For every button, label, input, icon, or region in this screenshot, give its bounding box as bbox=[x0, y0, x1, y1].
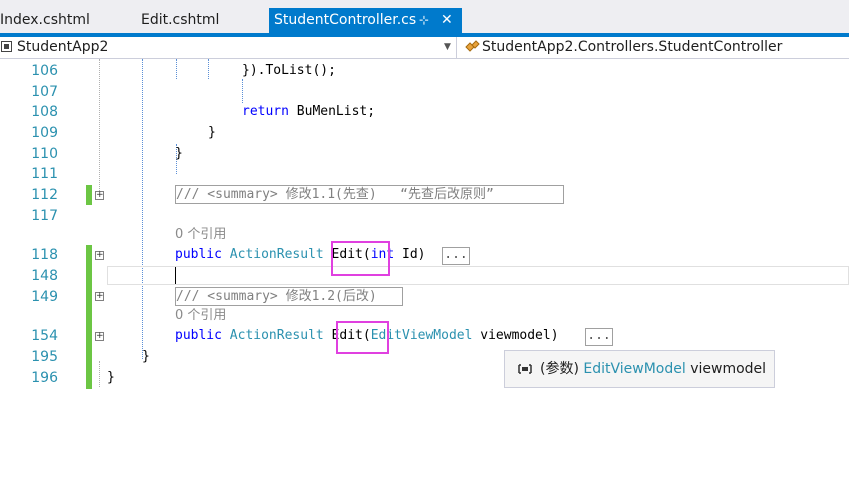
code-line-108: return BuMenList; bbox=[242, 102, 375, 122]
code-line-195: } bbox=[142, 349, 150, 364]
code-line-106: }).ToList(); bbox=[242, 63, 336, 78]
line-number: 148 bbox=[31, 268, 58, 284]
line-number: 118 bbox=[31, 247, 58, 263]
code-text: Id) bbox=[394, 247, 426, 262]
code-line-149: /// <summary> 修改1.2(后改) bbox=[176, 289, 377, 304]
tab-label: Index.cshtml bbox=[0, 12, 90, 28]
line-number: 107 bbox=[31, 84, 58, 100]
line-number: 112 bbox=[31, 187, 58, 203]
close-tab-icon[interactable]: ✕ bbox=[441, 8, 453, 33]
quick-info-tooltip: (参数) EditViewModel viewmodel bbox=[504, 350, 775, 388]
expand-region-icon[interactable]: + bbox=[95, 292, 104, 301]
text-caret bbox=[175, 267, 176, 284]
code-line-112: /// <summary> 修改1.1(先查) “先查后改原则” bbox=[176, 187, 494, 202]
document-tab-bar: Index.cshtml Edit.cshtml StudentControll… bbox=[0, 0, 849, 37]
type-name: ActionResult bbox=[229, 328, 324, 343]
tooltip-name: viewmodel bbox=[690, 361, 767, 377]
tooltip-text: (参数) EditViewModel viewmodel bbox=[540, 351, 766, 387]
expand-region-icon[interactable]: + bbox=[95, 191, 104, 200]
code-line-109: } bbox=[208, 125, 216, 140]
reference-count[interactable]: 0 个引用 bbox=[175, 308, 226, 324]
class-dropdown-label: StudentApp2.Controllers.StudentControlle… bbox=[482, 39, 783, 55]
tooltip-type: EditViewModel bbox=[583, 361, 686, 377]
tab-label: Edit.cshtml bbox=[141, 12, 220, 28]
structure-guide bbox=[142, 59, 143, 359]
line-number: 109 bbox=[31, 125, 58, 141]
expand-region-icon[interactable]: + bbox=[95, 251, 104, 260]
highlight-box bbox=[331, 241, 390, 276]
line-number: 108 bbox=[31, 104, 58, 120]
line-number: 110 bbox=[31, 146, 58, 162]
project-dropdown[interactable]: StudentApp2 ▼ bbox=[0, 37, 457, 58]
current-line-highlight bbox=[107, 266, 849, 285]
line-number: 149 bbox=[31, 289, 58, 305]
tooltip-prefix: (参数) bbox=[540, 361, 579, 377]
code-line-196: } bbox=[107, 370, 115, 385]
tab-edit-cshtml[interactable]: Edit.cshtml bbox=[141, 8, 219, 33]
project-icon bbox=[1, 41, 12, 52]
keyword-return: return bbox=[242, 104, 289, 119]
line-number: 106 bbox=[31, 63, 58, 79]
reference-count[interactable]: 0 个引用 bbox=[175, 227, 226, 243]
line-number: 111 bbox=[31, 166, 58, 182]
structure-guide bbox=[208, 59, 209, 79]
pin-tab-icon[interactable]: ⊹ bbox=[419, 8, 429, 33]
class-dropdown[interactable]: StudentApp2.Controllers.StudentControlle… bbox=[460, 37, 849, 58]
structure-guide bbox=[176, 59, 177, 79]
parameter-icon bbox=[518, 364, 532, 374]
outline-line bbox=[99, 59, 100, 191]
line-number: 154 bbox=[31, 328, 58, 344]
keyword-public: public bbox=[175, 328, 222, 343]
code-text: viewmodel) bbox=[472, 328, 559, 343]
line-number: 195 bbox=[31, 349, 58, 365]
outline-line bbox=[99, 361, 100, 387]
chevron-down-icon[interactable]: ▼ bbox=[444, 37, 451, 57]
change-bar bbox=[86, 185, 92, 205]
highlight-box bbox=[336, 321, 389, 354]
navigation-bar: StudentApp2 ▼ StudentApp2.Controllers.St… bbox=[0, 37, 849, 59]
tab-index-cshtml[interactable]: Index.cshtml bbox=[0, 8, 90, 33]
structure-guide bbox=[242, 79, 243, 103]
project-dropdown-label: StudentApp2 bbox=[17, 39, 109, 55]
code-editor[interactable]: 106 107 108 109 110 111 112 117 118 148 … bbox=[0, 59, 849, 485]
class-icon bbox=[465, 40, 480, 52]
code-text: BuMenList; bbox=[288, 104, 376, 119]
expand-region-icon[interactable]: + bbox=[95, 332, 104, 341]
line-number: 117 bbox=[31, 208, 58, 224]
tab-label: StudentController.cs bbox=[274, 12, 417, 28]
change-bar bbox=[86, 245, 92, 389]
line-number: 196 bbox=[31, 370, 58, 386]
collapsed-code-button[interactable]: ... bbox=[585, 328, 613, 346]
keyword-public: public bbox=[175, 247, 222, 262]
type-name: ActionResult bbox=[229, 247, 324, 262]
code-line-110: } bbox=[175, 146, 183, 161]
collapsed-code-button[interactable]: ... bbox=[442, 247, 470, 265]
